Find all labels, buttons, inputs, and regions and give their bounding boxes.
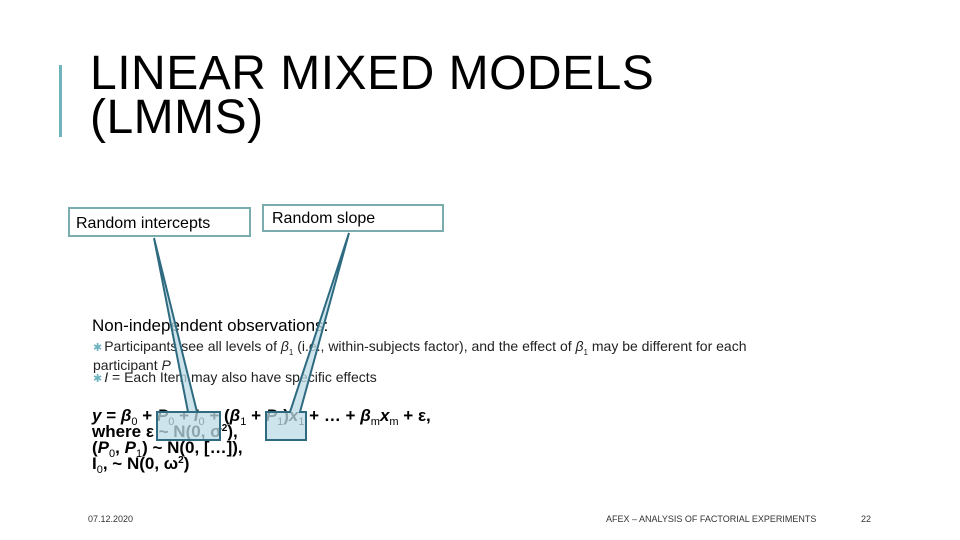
callout-label-random-slope: Random slope: [262, 204, 444, 232]
title-line-1: LINEAR MIXED MODELS: [90, 47, 655, 100]
lmm-formula: y = β0 + P0 + I0 + (β1 + P1)x1 + … + βmx…: [92, 407, 431, 476]
slide-title: LINEAR MIXED MODELS (LMMS): [90, 47, 655, 144]
bullet-icon: ✱: [93, 342, 103, 354]
page-number: 22: [861, 514, 872, 524]
callout-label-random-intercepts: Random intercepts: [68, 207, 251, 237]
section-heading: Non-independent observations:: [92, 316, 329, 335]
bullet-items: ✱ I = Each Item may also have specific ef…: [93, 369, 377, 385]
footer-title: AFEX – ANALYSIS OF FACTORIAL EXPERIMENTS: [606, 514, 817, 524]
footer-date: 07.12.2020: [88, 514, 134, 524]
title-accent-bar: [59, 65, 62, 137]
formula-line-4: I0, ~ N(0, ω2): [92, 454, 190, 476]
title-line-2: (LMMS): [90, 91, 264, 144]
bullet-icon: ✱: [93, 373, 103, 385]
bullet-participants: ✱ Participants see all levels of β1 (i.e.…: [93, 338, 747, 373]
